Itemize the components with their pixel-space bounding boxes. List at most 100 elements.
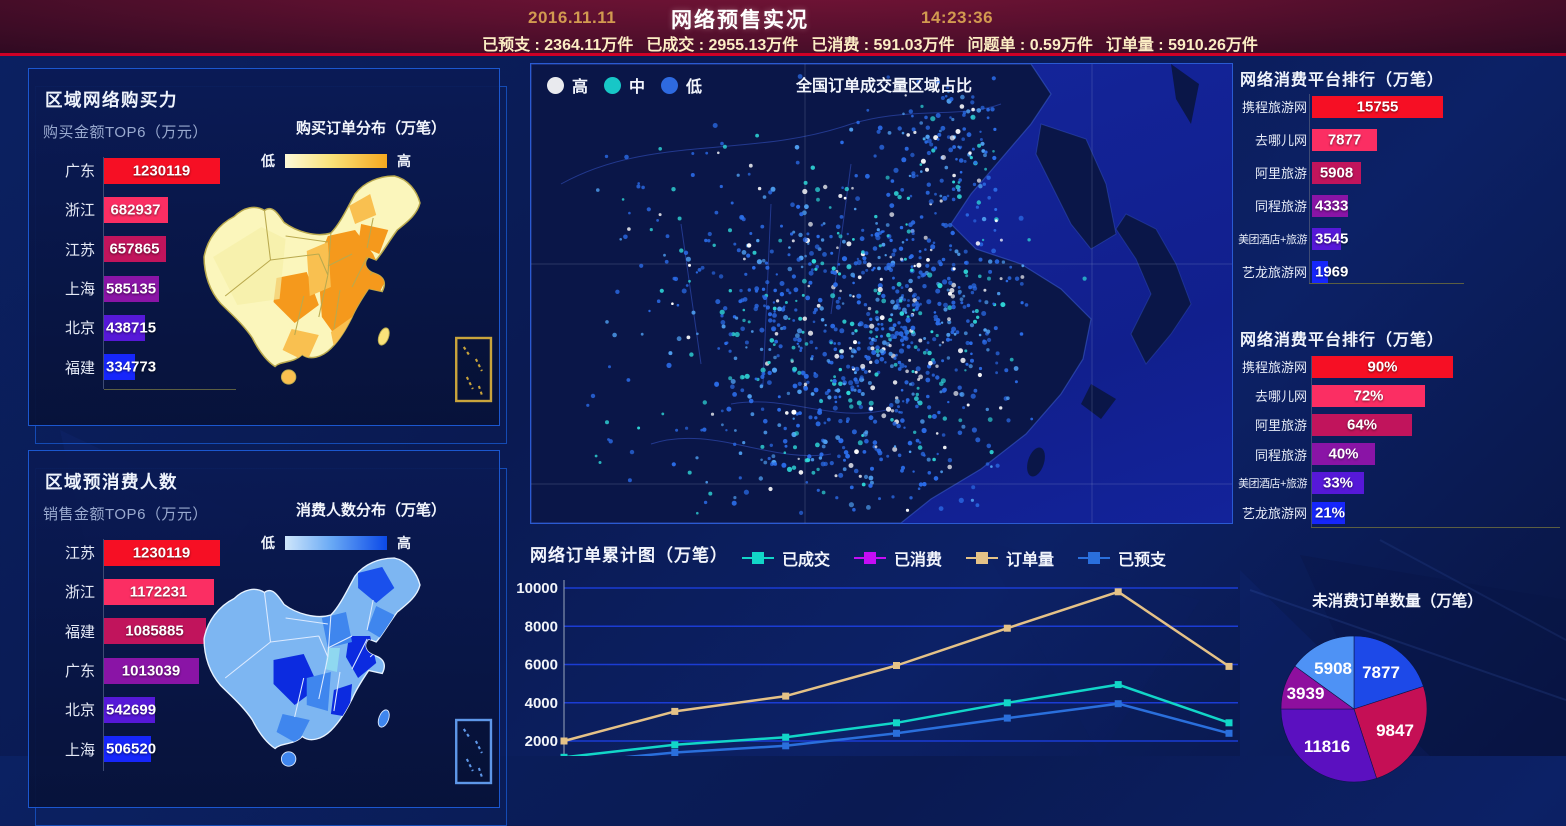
bar-value: 4333 [1315,197,1348,214]
bar-row: 同程旅游40% [1237,440,1563,469]
gradient-bar-blue [285,536,387,550]
header-stat: 已消费 : 591.03万件 [811,31,954,55]
bar-category-label: 江苏 [39,239,103,260]
platform-rank-title: 网络消费平台排行（万笔） [1240,66,1444,90]
bar-value: 72% [1312,387,1425,404]
legend-label: 订单量 [1006,546,1054,570]
y-axis-label: 8000 [525,618,558,635]
bar-category-label: 艺龙旅游网 [1237,503,1312,522]
bar-value: 542699 [106,701,156,718]
legend-dot-icon [547,77,564,94]
pie-slice-value: 9847 [1376,721,1414,740]
legend-label: 高 [572,73,588,97]
bar-value: 90% [1312,358,1453,375]
bar-value: 7877 [1312,131,1377,148]
map-legend-item[interactable]: 中 [604,73,645,97]
legend-label: 中 [629,73,645,97]
platform-pct-title: 网络消费平台排行（万笔） [1240,326,1444,350]
legend-label: 已预支 [1118,546,1166,570]
bar-category-label: 阿里旅游 [1237,163,1312,182]
page-title: 网络预售实况 [640,4,840,34]
china-map-orders [195,167,497,407]
bar-value: 334773 [106,359,156,376]
panel-subtitle: 销售金额TOP6（万元） [43,503,208,524]
bar-row: 美团酒店+旅游33% [1237,469,1563,498]
legend-label: 已消费 [894,546,942,570]
bar-chart-platform-pct: 携程旅游网90%去哪儿网72%阿里旅游64%同程旅游40%美团酒店+旅游33%艺… [1237,352,1563,527]
bar-category-label: 北京 [39,699,103,720]
legend-marker-icon [742,557,774,559]
panel-title: 区域网络购买力 [45,87,178,112]
bar-value: 1085885 [103,623,206,640]
pie-slice-value: 5908 [1314,659,1352,678]
bar-category-label: 福建 [39,621,103,642]
trend-legend-item[interactable]: 已消费 [854,546,942,570]
legend-dot-icon [661,77,678,94]
pie-slice-value: 11816 [1304,737,1350,756]
bar-chart-platform-rank: 携程旅游网15755去哪儿网7877阿里旅游5908同程旅游4333美团酒店+旅… [1237,90,1563,288]
bar-value: 682937 [103,201,168,218]
bar-value: 1013039 [103,662,199,679]
y-axis-label: 10000 [516,580,558,597]
panel-regional-buying-power: 区域网络购买力 购买金额TOP6（万元） 广东1230119浙江682937江苏… [28,68,500,426]
trend-legend-item[interactable]: 订单量 [966,546,1054,570]
bar-category-label: 江苏 [39,542,103,563]
bar-category-label: 同程旅游 [1237,445,1312,464]
map-legend-title: 购买订单分布（万笔） [251,117,491,138]
panel-national-order-map: 高 中 低 全国订单成交量区域占比 [530,63,1233,524]
bar-category-label: 上海 [39,278,103,299]
bar-category-label: 去哪儿网 [1237,386,1312,405]
pie-slice-value: 7877 [1362,663,1400,682]
bar-category-label: 福建 [39,357,103,378]
legend-dot-icon [604,77,621,94]
map-legend-title: 消费人数分布（万笔） [251,499,491,520]
header-stats-row: 已预支 : 2364.11万件已成交 : 2955.13万件已消费 : 591.… [380,31,1360,55]
map-density-legend: 高中低 [547,73,702,97]
legend-marker-icon [966,557,998,559]
bar-category-label: 阿里旅游 [1237,415,1312,434]
legend-label: 已成交 [782,546,830,570]
bar-row: 去哪儿网7877 [1237,123,1563,156]
bar-category-label: 浙江 [39,199,103,220]
bar-baseline [1311,527,1560,528]
bar-category-label: 广东 [39,160,103,181]
gradient-bar-yellow [285,154,387,168]
bar-row: 美团酒店+旅游3545 [1237,222,1563,255]
scatter-map [531,64,1232,523]
legend-marker-icon [854,557,886,559]
south-china-sea-inset [456,338,491,401]
bar-category-label: 美团酒店+旅游 [1237,475,1312,491]
bar-value: 21% [1315,504,1345,521]
bar-value: 506520 [106,741,156,758]
y-axis-label: 6000 [525,657,558,674]
map-title: 全国订单成交量区域占比 [749,72,1019,96]
bar-value: 40% [1312,446,1375,463]
panel-regional-consumers: 区域预消费人数 销售金额TOP6（万元） 江苏1230119浙江1172231福… [28,450,500,808]
bar-axis-line [1309,94,1310,283]
header-stat: 问题单 : 0.59万件 [967,31,1092,55]
header-time: 14:23:36 [921,8,993,28]
bar-category-label: 广东 [39,660,103,681]
bar-value: 438715 [106,319,156,336]
bar-row: 携程旅游网15755 [1237,90,1563,123]
trend-legend-item[interactable]: 已预支 [1078,546,1166,570]
y-axis-label: 4000 [525,695,558,712]
bar-category-label: 携程旅游网 [1237,97,1312,116]
map-legend-item[interactable]: 高 [547,73,588,97]
bar-category-label: 上海 [39,739,103,760]
map-legend-item[interactable]: 低 [661,73,702,97]
south-china-sea-inset [456,720,491,783]
legend-label: 低 [686,73,702,97]
pie-chart-title: 未消费订单数量（万笔） [1280,589,1515,611]
header-bar: 2016.11.11 网络预售实况 14:23:36 已预支 : 2364.11… [0,0,1566,56]
legend-marker-icon [1078,557,1110,559]
trend-chart-title: 网络订单累计图（万笔） [530,541,728,566]
bar-category-label: 去哪儿网 [1237,130,1312,149]
bar-category-label: 同程旅游 [1237,196,1312,215]
unconsumed-pie-chart: 787798471181639395908 [1269,624,1439,794]
bar-row: 去哪儿网72% [1237,381,1563,410]
header-stat: 订单量 : 5910.26万件 [1106,31,1258,55]
bar-axis-line [1311,356,1312,527]
bar-baseline [1309,283,1464,284]
trend-legend-item[interactable]: 已成交 [742,546,830,570]
